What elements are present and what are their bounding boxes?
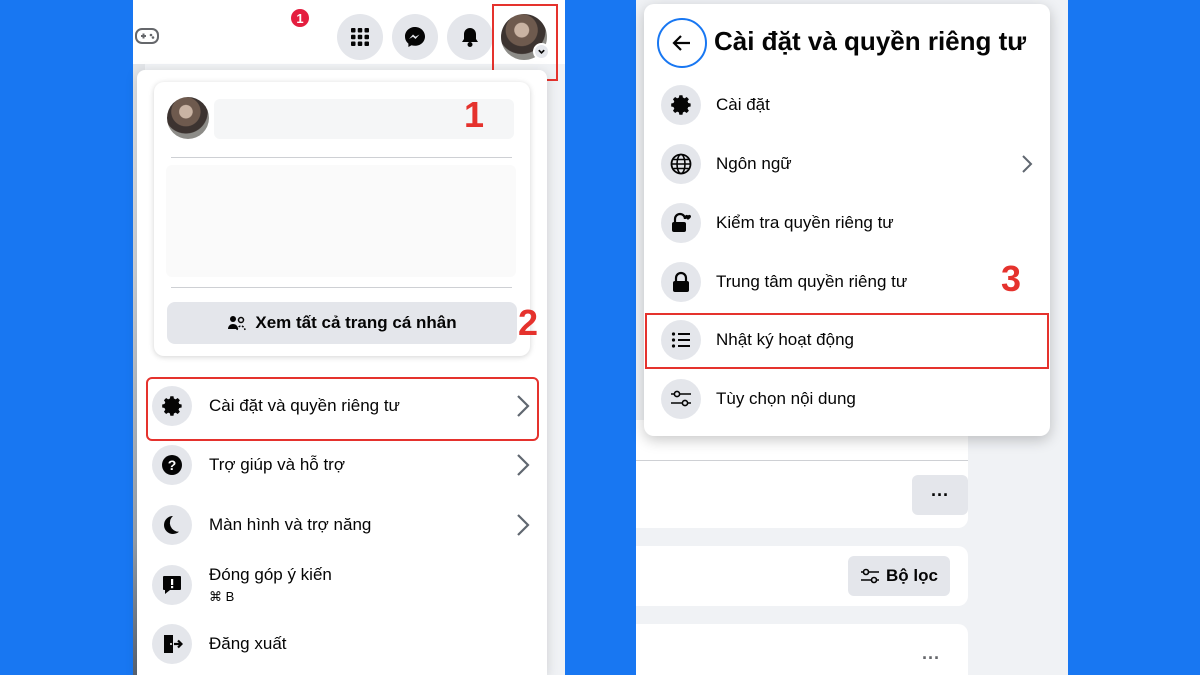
notifications-button[interactable]: [447, 14, 493, 60]
filter-button[interactable]: Bộ lọc: [848, 556, 950, 596]
divider: [171, 157, 512, 158]
menu-item-label: Đóng góp ý kiến: [209, 565, 332, 584]
question-icon: ?: [152, 445, 192, 485]
logout-icon: [152, 624, 192, 664]
background-card: [636, 624, 968, 675]
menu-item-label: Màn hình và trợ năng: [209, 515, 372, 534]
chevron-right-icon: [1022, 155, 1033, 173]
settings-item-privacy-center[interactable]: Trung tâm quyền riêng tư: [661, 255, 1041, 309]
see-all-profiles-label: Xem tất cả trang cá nhân: [255, 313, 457, 332]
messenger-button[interactable]: [392, 14, 438, 60]
menu-item-display-accessibility[interactable]: Màn hình và trợ năng: [152, 497, 536, 553]
highlight-box-activity-log: [645, 313, 1049, 369]
settings-item-language[interactable]: Ngôn ngữ: [661, 137, 1041, 191]
menu-item-label: Trợ giúp và hỗ trợ: [209, 455, 345, 474]
arrow-left-icon: [672, 35, 690, 51]
back-button[interactable]: [657, 18, 707, 68]
sliders-icon: [661, 379, 701, 419]
more-options-button[interactable]: ···: [922, 648, 940, 669]
more-options-button[interactable]: ···: [912, 475, 968, 515]
menu-item-feedback[interactable]: Đóng góp ý kiến ⌘ B: [152, 557, 536, 613]
step-number-3: 3: [1001, 258, 1022, 299]
settings-item-content-preferences[interactable]: Tùy chọn nội dung: [661, 372, 1041, 426]
menu-item-logout[interactable]: Đăng xuất: [152, 616, 536, 672]
step-number-1: 1: [464, 94, 485, 135]
profile-avatar-small[interactable]: [167, 97, 209, 139]
bell-icon: [462, 28, 478, 47]
messenger-icon: [405, 27, 425, 47]
step-number-2: 2: [518, 302, 539, 343]
settings-item-settings[interactable]: Cài đặt: [661, 78, 1041, 132]
menu-grid-button[interactable]: [337, 14, 383, 60]
sliders-icon: [861, 568, 880, 584]
popup-title: Cài đặt và quyền riêng tư: [714, 26, 1027, 56]
filter-label: Bộ lọc: [886, 566, 938, 585]
settings-item-label: Cài đặt: [716, 95, 770, 114]
menu-grid-icon: [351, 28, 369, 46]
settings-item-label: Tùy chọn nội dung: [716, 389, 856, 408]
switch-profiles-icon: [228, 316, 247, 331]
svg-text:?: ?: [168, 457, 177, 473]
settings-item-label: Trung tâm quyền riêng tư: [716, 272, 908, 291]
settings-item-label: Kiểm tra quyền riêng tư: [716, 213, 894, 232]
chevron-right-icon: [517, 454, 530, 476]
highlight-box-settings: [146, 377, 539, 441]
menu-item-label: Đăng xuất: [209, 634, 287, 653]
gamepad-icon[interactable]: [135, 26, 159, 46]
notification-badge: 1: [289, 7, 311, 29]
settings-item-privacy-checkup[interactable]: Kiểm tra quyền riêng tư: [661, 196, 1041, 250]
menu-item-help-support[interactable]: ? Trợ giúp và hỗ trợ: [152, 437, 536, 493]
keyboard-shortcut: ⌘ B: [209, 589, 235, 604]
lock-icon: [661, 262, 701, 302]
globe-icon: [661, 144, 701, 184]
divider: [171, 287, 512, 288]
settings-item-label: Ngôn ngữ: [716, 154, 792, 173]
moon-icon: [152, 505, 192, 545]
chevron-right-icon: [517, 514, 530, 536]
feedback-icon: [152, 565, 192, 605]
profile-list-blurred: [166, 165, 516, 277]
see-all-profiles-button[interactable]: Xem tất cả trang cá nhân: [167, 302, 517, 344]
lock-heart-icon: [661, 203, 701, 243]
divider: [636, 460, 968, 461]
gear-icon: [661, 85, 701, 125]
